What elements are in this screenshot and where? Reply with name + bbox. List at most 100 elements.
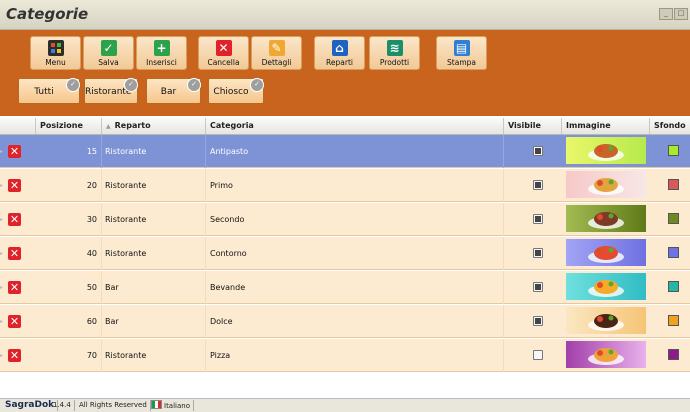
- insert-button[interactable]: + Inserisci: [136, 36, 187, 70]
- cell-categoria: Secondo: [206, 203, 504, 236]
- category-image: [566, 137, 646, 164]
- cell-reparto: Ristorante: [102, 203, 206, 236]
- cell-categoria: Antipasto: [206, 135, 504, 168]
- background-color-swatch[interactable]: [668, 315, 679, 326]
- table-row[interactable]: ▸ ✕ 50 Bar Bevande: [0, 271, 690, 304]
- delete-row-button[interactable]: ✕: [8, 349, 21, 362]
- cell-posizione: 30: [36, 203, 102, 236]
- table-row[interactable]: ▸ ✕ 15 Ristorante Antipasto: [0, 135, 690, 168]
- details-button[interactable]: ✎ Dettagli: [251, 36, 302, 70]
- table-row[interactable]: ▸ ✕ 60 Bar Dolce: [0, 305, 690, 338]
- category-image: [566, 239, 646, 266]
- filter-tab-tutti[interactable]: Tutti ✓: [18, 78, 80, 104]
- delete-row-button[interactable]: ✕: [8, 213, 21, 226]
- visible-checkbox[interactable]: [533, 282, 543, 292]
- category-image: [566, 171, 646, 198]
- visible-checkbox[interactable]: [533, 180, 543, 190]
- filter-ristorante-label: Ristorante: [85, 87, 132, 97]
- check-circle-icon: ✓: [66, 78, 80, 92]
- visible-checkbox[interactable]: [533, 214, 543, 224]
- save-button[interactable]: ✓ Salva: [83, 36, 134, 70]
- check-icon: ✓: [100, 40, 117, 56]
- menu-label: Menu: [45, 58, 66, 67]
- save-label: Salva: [98, 58, 119, 67]
- cell-reparto: Ristorante: [102, 237, 206, 270]
- delete-label: Cancella: [207, 58, 240, 67]
- departments-button[interactable]: ⌂ Reparti: [314, 36, 365, 70]
- details-label: Dettagli: [261, 58, 292, 67]
- category-image: [566, 273, 646, 300]
- app-version: 1.4.4: [50, 400, 75, 411]
- grid-header: Posizione ▲ Reparto Categoria Visibile Im…: [0, 118, 690, 135]
- delete-row-button[interactable]: ✕: [8, 179, 21, 192]
- table-row[interactable]: ▸ ✕ 70 Ristorante Pizza: [0, 339, 690, 372]
- row-selector-icon: ▸: [0, 318, 4, 325]
- header-immagine-label: Immagine: [566, 121, 611, 130]
- filter-tab-chiosco[interactable]: Chiosco ✓: [208, 78, 264, 104]
- header-categoria[interactable]: Categoria: [206, 118, 504, 134]
- print-label: Stampa: [447, 58, 476, 67]
- table-row[interactable]: ▸ ✕ 40 Ristorante Contorno: [0, 237, 690, 270]
- visible-checkbox[interactable]: [533, 146, 543, 156]
- background-color-swatch[interactable]: [668, 213, 679, 224]
- plus-icon: +: [153, 40, 170, 56]
- row-selector-icon: ▸: [0, 216, 4, 223]
- filter-tab-ristorante[interactable]: Ristorante ✓: [84, 78, 138, 104]
- language-selector[interactable]: Italiano: [148, 400, 194, 411]
- cell-categoria: Bevande: [206, 271, 504, 304]
- cell-posizione: 70: [36, 339, 102, 372]
- background-color-swatch[interactable]: [668, 179, 679, 190]
- window-title: Categorie: [6, 5, 89, 23]
- filter-tab-bar[interactable]: Bar ✓: [146, 78, 201, 104]
- minimize-button[interactable]: _: [659, 8, 673, 20]
- delete-button[interactable]: ✕ Cancella: [198, 36, 249, 70]
- filter-chiosco-label: Chiosco: [213, 87, 249, 97]
- products-button[interactable]: ≋ Prodotti: [369, 36, 420, 70]
- table-row[interactable]: ▸ ✕ 20 Ristorante Primo: [0, 169, 690, 202]
- background-color-swatch[interactable]: [668, 281, 679, 292]
- products-label: Prodotti: [379, 58, 410, 67]
- row-selector-icon: ▸: [0, 182, 4, 189]
- print-button[interactable]: ▤ Stampa: [436, 36, 487, 70]
- visible-checkbox[interactable]: [533, 350, 543, 360]
- status-bar: SagraDok 1.4.4 All Rights Reserved Itali…: [0, 398, 690, 412]
- delete-row-button[interactable]: ✕: [8, 281, 21, 294]
- visible-checkbox[interactable]: [533, 248, 543, 258]
- close-icon: ✕: [215, 40, 232, 56]
- check-circle-icon: ✓: [250, 78, 264, 92]
- cell-posizione: 60: [36, 305, 102, 338]
- header-visibile[interactable]: Visibile: [504, 118, 562, 134]
- cell-posizione: 20: [36, 169, 102, 202]
- menu-button[interactable]: Menu: [30, 36, 81, 70]
- bread-icon: ≋: [386, 40, 403, 56]
- check-circle-icon: ✓: [124, 78, 138, 92]
- cell-categoria: Pizza: [206, 339, 504, 372]
- header-immagine[interactable]: Immagine: [562, 118, 650, 134]
- printer-icon: ▤: [453, 40, 470, 56]
- delete-row-button[interactable]: ✕: [8, 145, 21, 158]
- header-posizione-label: Posizione: [40, 121, 83, 130]
- cell-categoria: Dolce: [206, 305, 504, 338]
- edit-icon: ✎: [268, 40, 285, 56]
- filter-bar-label: Bar: [160, 87, 177, 97]
- insert-label: Inserisci: [146, 58, 177, 67]
- header-sfondo-label: Sfondo: [654, 121, 686, 130]
- row-selector-icon: ▸: [0, 148, 4, 155]
- background-color-swatch[interactable]: [668, 349, 679, 360]
- visible-checkbox[interactable]: [533, 316, 543, 326]
- table-row[interactable]: ▸ ✕ 30 Ristorante Secondo: [0, 203, 690, 236]
- header-sfondo[interactable]: Sfondo: [650, 118, 690, 134]
- grid-icon: [47, 40, 64, 56]
- delete-row-button[interactable]: ✕: [8, 315, 21, 328]
- header-posizione[interactable]: Posizione: [36, 118, 102, 134]
- row-selector-icon: ▸: [0, 352, 4, 359]
- header-reparto[interactable]: ▲ Reparto: [102, 118, 206, 134]
- background-color-swatch[interactable]: [668, 145, 679, 156]
- title-bar: Categorie _ □: [0, 0, 690, 30]
- background-color-swatch[interactable]: [668, 247, 679, 258]
- cell-reparto: Bar: [102, 271, 206, 304]
- maximize-button[interactable]: □: [674, 8, 688, 20]
- cell-categoria: Primo: [206, 169, 504, 202]
- cell-posizione: 15: [36, 135, 102, 168]
- delete-row-button[interactable]: ✕: [8, 247, 21, 260]
